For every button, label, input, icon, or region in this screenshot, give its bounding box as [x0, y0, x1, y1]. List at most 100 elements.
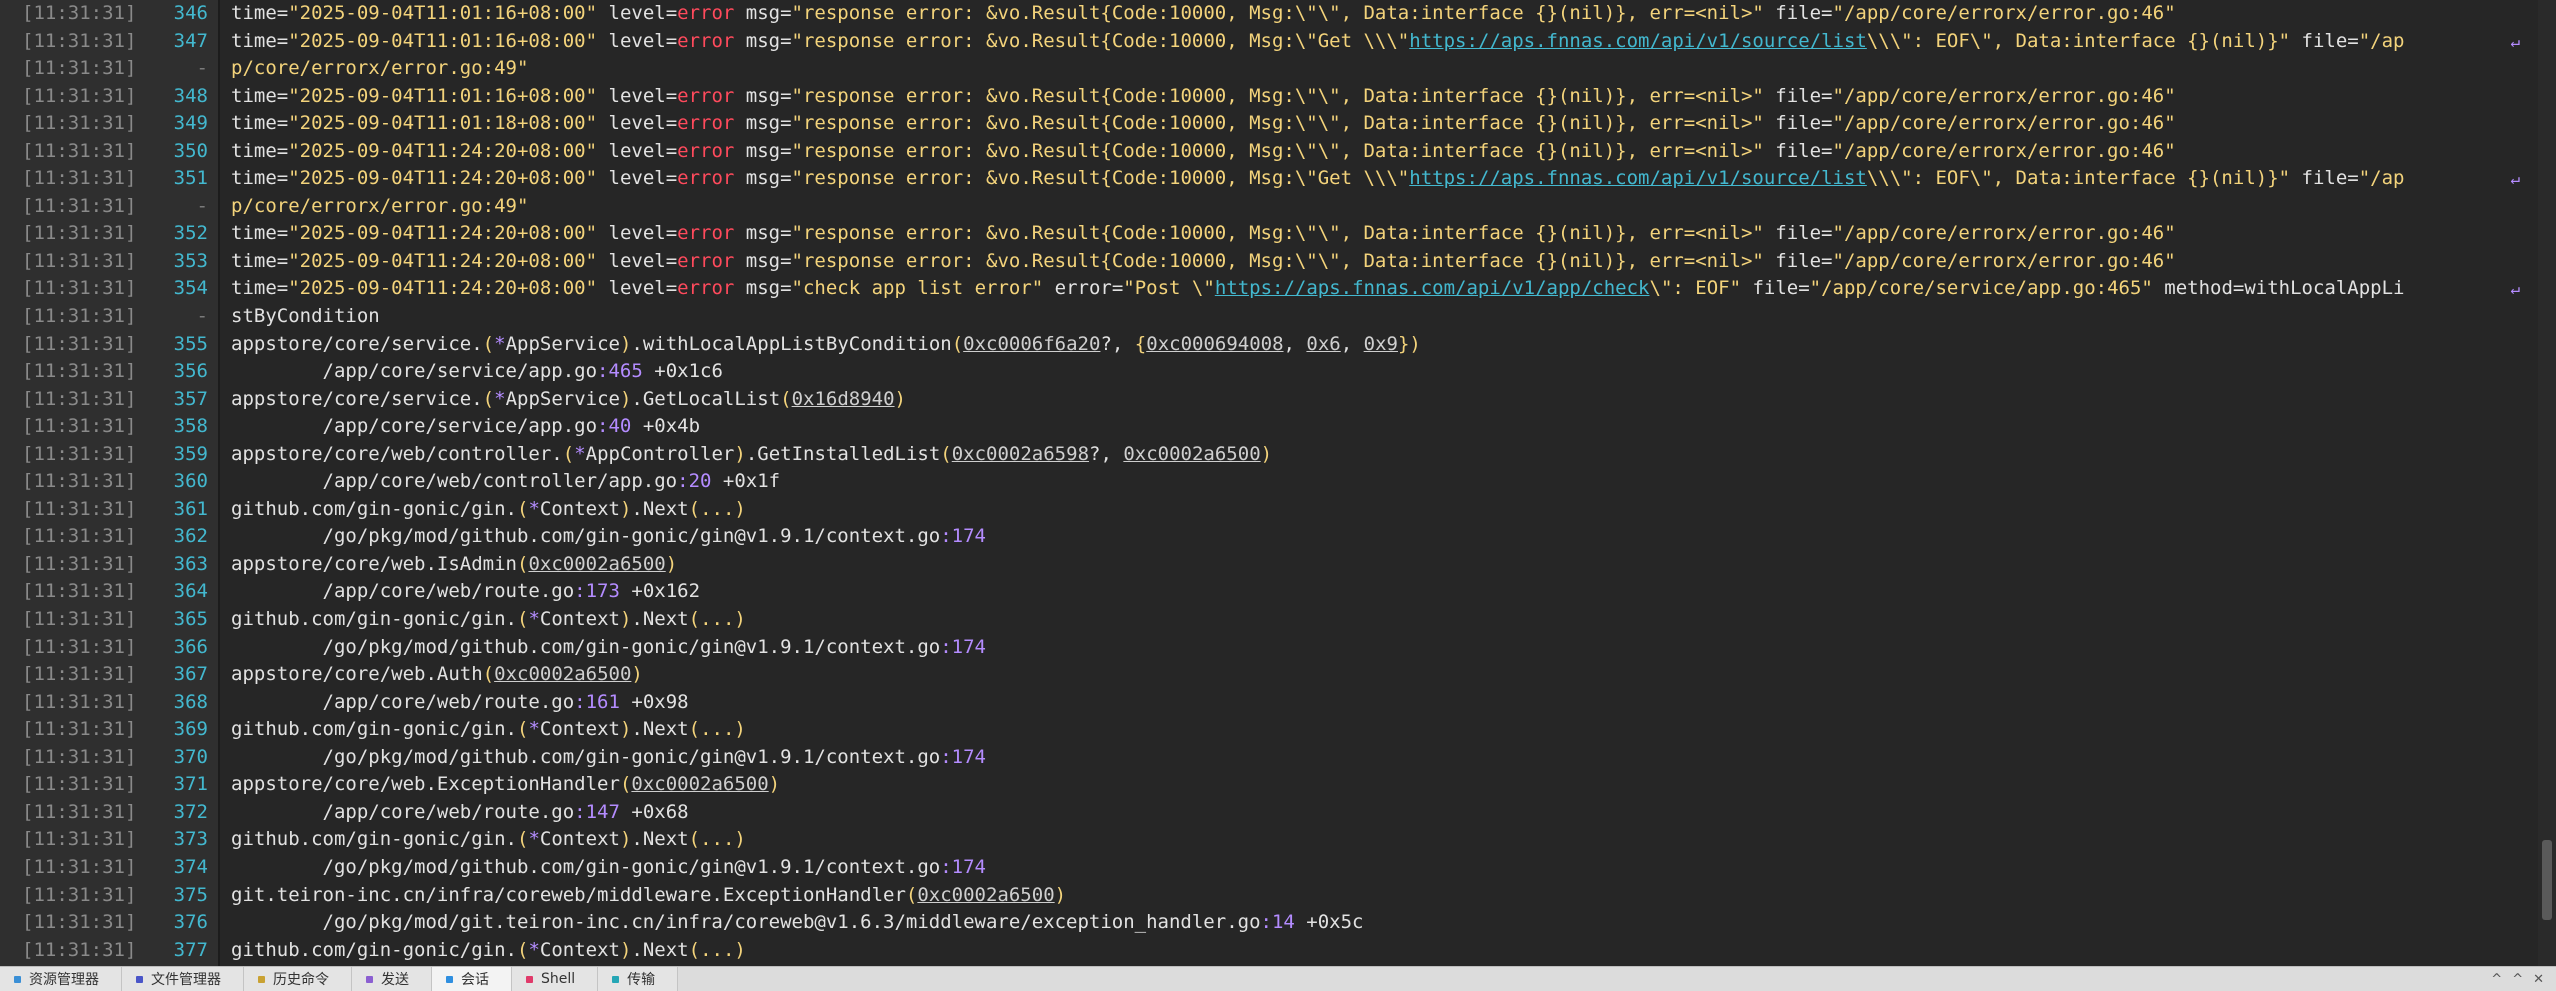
text-segment: level=: [597, 2, 678, 24]
terminal-line: [11:31:31] 364 /app/core/web/route.go:173…: [0, 578, 2540, 606]
terminal-line: [11:31:31] 365 github.com/gin-gonic/gin.(*…: [0, 606, 2540, 634]
text-segment: }): [1397, 332, 1421, 355]
text-segment: "response error: &vo.Result{Code:10000, …: [791, 84, 1764, 107]
line-number: 367: [173, 663, 208, 686]
terminal-line: [11:31:31] 370 /go/pkg/mod/github.com/gin…: [0, 744, 2540, 772]
text-segment: (: [516, 718, 529, 741]
line-timestamp: [11:31:31]: [22, 718, 137, 741]
text-segment: file=: [1763, 84, 1833, 107]
line-number: 359: [173, 442, 208, 465]
text-segment: AppController: [585, 442, 735, 465]
text-segment: msg=: [734, 84, 792, 107]
text-segment: *: [528, 497, 540, 520]
text-segment: .Next: [631, 828, 689, 851]
text-segment: ): [619, 608, 632, 631]
collapse-icon[interactable]: ^: [2512, 972, 2523, 987]
terminal-line: [11:31:31] 377 github.com/gin-gonic/gin.(*…: [0, 937, 2540, 965]
text-segment: level=: [597, 167, 678, 190]
text-segment: level=: [597, 249, 678, 272]
text-segment: 0x9: [1363, 332, 1398, 355]
text-segment: :174: [940, 745, 986, 768]
line-timestamp: [11:31:31]: [22, 608, 137, 631]
scrollbar-thumb[interactable]: [2542, 840, 2552, 920]
text-segment: msg=: [734, 222, 792, 245]
text-segment: *: [528, 938, 540, 961]
tab-2[interactable]: 历史命令: [244, 967, 352, 991]
text-segment: file=: [1763, 2, 1833, 24]
text-segment: (: [516, 828, 529, 851]
scroll-up-icon[interactable]: ^: [2491, 972, 2502, 987]
tab-label: Shell: [541, 971, 576, 987]
line-timestamp: [11:31:31]: [22, 938, 137, 961]
line-number: 375: [173, 883, 208, 906]
url-link[interactable]: https://aps.fnnas.com/api/v1/source/list: [1409, 167, 1867, 189]
tabbar-controls: ^ ^ ✕: [2491, 967, 2556, 991]
text-segment: *: [494, 387, 506, 410]
line-number: 377: [173, 938, 208, 961]
line-number: 357: [173, 387, 208, 410]
text-segment: (...): [688, 718, 746, 741]
bottom-tab-bar: 资源管理器 文件管理器 历史命令 发送 会话 Shell 传输 ^ ^ ✕: [0, 966, 2556, 991]
tab-4[interactable]: 会话: [432, 967, 512, 991]
terminal-view[interactable]: [11:31:31] 346 time="2025-09-04T11:01:16+0…: [0, 0, 2556, 966]
terminal-line: [11:31:31] 376 /go/pkg/mod/git.teiron-inc…: [0, 909, 2540, 937]
tab-3[interactable]: 发送: [352, 967, 432, 991]
line-number: 371: [173, 773, 208, 796]
terminal-line: [11:31:31] 354 time="2025-09-04T11:24:20+0…: [0, 275, 2540, 303]
text-segment: ): [665, 552, 678, 575]
line-wrap-icon: ↵: [2510, 31, 2520, 51]
text-segment: (: [482, 663, 495, 686]
text-segment: (: [516, 497, 529, 520]
line-text: time="2025-09-04T11:24:20+08:00" level=e…: [231, 165, 2500, 193]
url-link[interactable]: https://aps.fnnas.com/api/v1/app/check: [1215, 277, 1650, 299]
line-text: github.com/gin-gonic/gin.(*Context).Next…: [231, 606, 2500, 634]
close-icon[interactable]: ✕: [2533, 972, 2544, 987]
tab-5[interactable]: Shell: [512, 967, 599, 991]
text-segment: "response error: &vo.Result{Code:10000, …: [791, 29, 1410, 52]
vertical-scrollbar[interactable]: [2538, 0, 2556, 966]
tab-icon: [612, 975, 620, 983]
line-timestamp: [11:31:31]: [22, 84, 137, 107]
line-number: 363: [173, 552, 208, 575]
line-timestamp: [11:31:31]: [22, 112, 137, 135]
text-segment: "2025-09-04T11:24:20+08:00": [288, 277, 598, 300]
line-number: 354: [173, 277, 208, 300]
text-segment: Context: [539, 938, 620, 961]
line-number: 368: [173, 690, 208, 713]
text-segment: 0xc0006f6a20: [963, 332, 1101, 355]
terminal-line: [11:31:31] 361 github.com/gin-gonic/gin.(*…: [0, 496, 2540, 524]
line-text: p/core/errorx/error.go:49": [231, 55, 2500, 83]
text-segment: :174: [940, 855, 986, 878]
line-number: -: [196, 305, 208, 328]
tab-1[interactable]: 文件管理器: [122, 967, 244, 991]
line-text: time="2025-09-04T11:24:20+08:00" level=e…: [231, 275, 2500, 303]
tab-icon: [526, 975, 533, 983]
tab-0[interactable]: 资源管理器: [0, 967, 122, 991]
text-segment: (: [482, 332, 495, 355]
tab-list: 资源管理器 文件管理器 历史命令 发送 会话 Shell 传输: [0, 967, 679, 991]
tab-icon: [136, 975, 143, 983]
text-segment: .Next: [631, 497, 689, 520]
text-segment: error: [677, 167, 735, 190]
line-timestamp: [11:31:31]: [22, 773, 137, 796]
line-timestamp: [11:31:31]: [22, 277, 137, 300]
text-segment: .Next: [631, 718, 689, 741]
text-segment: +0x1f: [711, 470, 781, 493]
line-text: time="2025-09-04T11:24:20+08:00" level=e…: [231, 220, 2500, 248]
text-segment: *: [574, 442, 586, 465]
text-segment: time=: [231, 2, 289, 24]
text-segment: :161: [574, 690, 620, 713]
line-wrap-icon: ↵: [2510, 169, 2520, 189]
text-segment: ): [1260, 442, 1273, 465]
tab-6[interactable]: 传输: [598, 967, 679, 991]
text-segment: ): [619, 828, 632, 851]
tab-icon: [14, 975, 21, 983]
text-segment: :174: [940, 525, 986, 548]
text-segment: "response error: &vo.Result{Code:10000, …: [791, 249, 1764, 272]
terminal-line: [11:31:31] 348 time="2025-09-04T11:01:16+0…: [0, 83, 2540, 111]
text-segment: msg=: [734, 139, 792, 162]
url-link[interactable]: https://aps.fnnas.com/api/v1/source/list: [1409, 30, 1867, 52]
text-segment: 0xc0002a6500: [631, 773, 769, 796]
text-segment: /app/core/web/route.go: [231, 580, 575, 603]
line-timestamp: [11:31:31]: [22, 635, 137, 658]
